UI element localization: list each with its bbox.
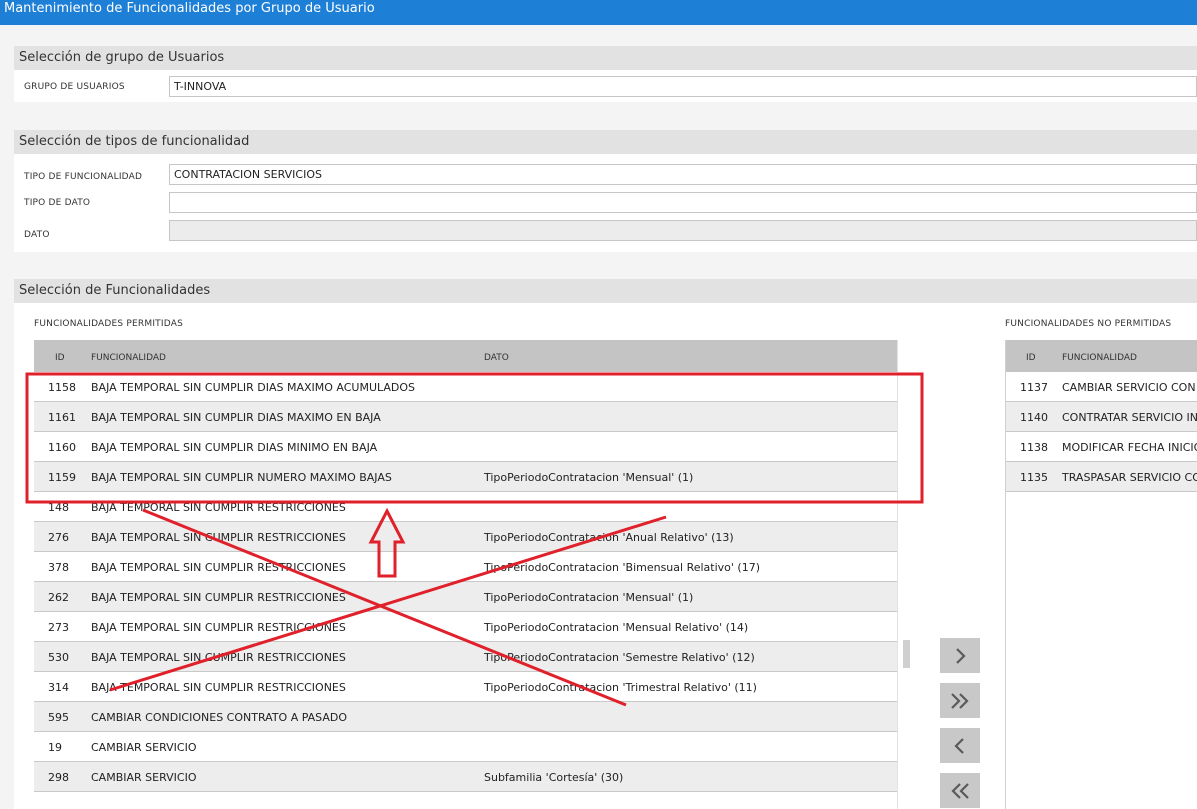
func-type-label: TIPO DE FUNCIONALIDAD [24,172,143,182]
row-data: TipoPeriodoContratacion 'Mensual Relativ… [484,621,749,634]
chevron-left-icon [954,737,964,754]
permitted-grid: ID FUNCIONALIDAD DATO 1158 BAJA TEMPORAL … [34,340,897,809]
table-row[interactable]: 1161 BAJA TEMPORAL SIN CUMPLIR DIAS MAXIM… [34,402,897,432]
row-functionality: BAJA TEMPORAL SIN CUMPLIR NUMERO MAXIMO … [91,471,392,484]
row-data: Subfamilia 'Cortesía' (30) [484,771,624,784]
table-row[interactable]: 1138 MODIFICAR FECHA INICIO [1006,432,1197,462]
row-data: TipoPeriodoContratacion 'Bimensual Relat… [484,561,760,574]
data-type-select[interactable] [169,192,1197,213]
row-id: 530 [48,651,69,664]
row-functionality: BAJA TEMPORAL SIN CUMPLIR DIAS MAXIMO AC… [91,381,416,394]
row-id: 273 [48,621,69,634]
table-row[interactable]: 19 CAMBIAR SERVICIO [34,732,897,762]
table-row[interactable]: 276 BAJA TEMPORAL SIN CUMPLIR RESTRICCION… [34,522,897,552]
group-label: GRUPO DE USUARIOS [24,82,125,92]
data-type-label: TIPO DE DATO [24,198,91,208]
functionality-type-panel: Selección de tipos de funcionalidad TIPO… [14,130,1197,252]
column-header-funcionalidad[interactable]: FUNCIONALIDAD [91,353,166,363]
row-id: 1160 [48,441,76,454]
table-row[interactable]: 1158 BAJA TEMPORAL SIN CUMPLIR DIAS MAXIM… [34,372,897,402]
row-id: 314 [48,681,69,694]
row-id: 298 [48,771,69,784]
row-functionality: CAMBIAR CONDICIONES CONTRATO A PASADO [91,711,348,724]
not-permitted-grid: ID FUNCIONALIDAD 1137 CAMBIAR SERVICIO CO… [1005,340,1197,809]
row-id: 1140 [1020,411,1048,424]
table-row[interactable]: 1160 BAJA TEMPORAL SIN CUMPLIR DIAS MINIM… [34,432,897,462]
row-functionality: MODIFICAR FECHA INICIO [1062,441,1197,454]
row-functionality: BAJA TEMPORAL SIN CUMPLIR DIAS MINIMO EN… [91,441,378,454]
row-functionality: CAMBIAR SERVICIO [91,741,197,754]
row-data: TipoPeriodoContratacion 'Trimestral Rela… [484,681,757,694]
double-chevron-right-icon [951,692,969,709]
add-all-button[interactable] [940,683,980,718]
row-data: TipoPeriodoContratacion 'Semestre Relati… [484,651,755,664]
not-permitted-rows: 1137 CAMBIAR SERVICIO CON 1140 CONTRATAR SE… [1006,372,1197,492]
group-select[interactable]: T-INNOVA [169,76,1197,97]
remove-selected-button[interactable] [940,728,980,763]
table-row[interactable]: 298 CAMBIAR SERVICIO Subfamilia 'Cortesía'… [34,762,897,792]
functions-section-title: Selección de Funcionalidades [14,279,1197,303]
data-label: DATO [24,230,50,240]
row-functionality: TRASPASAR SERVICIO CO [1062,471,1197,484]
data-select [169,220,1197,241]
row-id: 19 [48,741,62,754]
not-permitted-caption: FUNCIONALIDADES NO PERMITIDAS [1005,319,1172,329]
column-header-id[interactable]: ID [1026,353,1036,363]
func-type-select[interactable]: CONTRATACION SERVICIOS [169,164,1197,185]
table-row[interactable]: 595 CAMBIAR CONDICIONES CONTRATO A PASADO [34,702,897,732]
table-row[interactable]: 530 BAJA TEMPORAL SIN CUMPLIR RESTRICCION… [34,642,897,672]
user-group-panel: Selección de grupo de Usuarios GRUPO DE … [14,46,1197,102]
row-id: 1138 [1020,441,1048,454]
permitted-grid-header: ID FUNCIONALIDAD DATO [34,340,897,372]
row-id: 1159 [48,471,76,484]
row-id: 1135 [1020,471,1048,484]
table-row[interactable]: 378 BAJA TEMPORAL SIN CUMPLIR RESTRICCION… [34,552,897,582]
remove-all-button[interactable] [940,773,980,808]
row-functionality: CONTRATAR SERVICIO IN [1062,411,1197,424]
double-chevron-left-icon [951,782,969,799]
add-selected-button[interactable] [940,638,980,673]
chevron-right-icon [956,647,966,664]
permitted-caption: FUNCIONALIDADES PERMITIDAS [34,319,183,329]
row-data: TipoPeriodoContratacion 'Mensual' (1) [484,591,694,604]
permitted-rows: 1158 BAJA TEMPORAL SIN CUMPLIR DIAS MAXIM… [34,372,897,792]
window-title: Mantenimiento de Funcionalidades por Gru… [0,0,1197,25]
user-group-section-title: Selección de grupo de Usuarios [14,46,1197,70]
row-functionality: BAJA TEMPORAL SIN CUMPLIR RESTRICCIONES [91,681,346,694]
row-id: 378 [48,561,69,574]
row-functionality: CAMBIAR SERVICIO [91,771,197,784]
row-id: 276 [48,531,69,544]
row-functionality: CAMBIAR SERVICIO CON [1062,381,1196,394]
table-row[interactable]: 1137 CAMBIAR SERVICIO CON [1006,372,1197,402]
table-row[interactable]: 148 BAJA TEMPORAL SIN CUMPLIR RESTRICCION… [34,492,897,522]
column-header-funcionalidad[interactable]: FUNCIONALIDAD [1062,353,1137,363]
row-functionality: BAJA TEMPORAL SIN CUMPLIR RESTRICCIONES [91,621,346,634]
table-row[interactable]: 1135 TRASPASAR SERVICIO CO [1006,462,1197,492]
row-functionality: BAJA TEMPORAL SIN CUMPLIR RESTRICCIONES [91,651,346,664]
row-functionality: BAJA TEMPORAL SIN CUMPLIR DIAS MAXIMO EN… [91,411,381,424]
column-header-dato[interactable]: DATO [484,353,509,363]
row-id: 595 [48,711,69,724]
table-row[interactable]: 262 BAJA TEMPORAL SIN CUMPLIR RESTRICCION… [34,582,897,612]
row-id: 148 [48,501,69,514]
row-functionality: BAJA TEMPORAL SIN CUMPLIR RESTRICCIONES [91,561,346,574]
row-data: TipoPeriodoContratacion 'Anual Relativo'… [484,531,734,544]
row-functionality: BAJA TEMPORAL SIN CUMPLIR RESTRICCIONES [91,591,346,604]
row-functionality: BAJA TEMPORAL SIN CUMPLIR RESTRICCIONES [91,531,346,544]
type-section-title: Selección de tipos de funcionalidad [14,130,1197,154]
column-header-id[interactable]: ID [55,353,65,363]
permitted-scrollbar[interactable] [897,340,915,809]
table-row[interactable]: 1159 BAJA TEMPORAL SIN CUMPLIR NUMERO MAX… [34,462,897,492]
table-row[interactable]: 314 BAJA TEMPORAL SIN CUMPLIR RESTRICCION… [34,672,897,702]
not-permitted-grid-header: ID FUNCIONALIDAD [1006,340,1197,372]
row-data: TipoPeriodoContratacion 'Mensual' (1) [484,471,694,484]
row-id: 1158 [48,381,76,394]
row-id: 1161 [48,411,76,424]
permitted-scrollbar-thumb[interactable] [903,640,910,668]
table-row[interactable]: 1140 CONTRATAR SERVICIO IN [1006,402,1197,432]
table-row[interactable]: 273 BAJA TEMPORAL SIN CUMPLIR RESTRICCION… [34,612,897,642]
row-id: 1137 [1020,381,1048,394]
row-id: 262 [48,591,69,604]
row-functionality: BAJA TEMPORAL SIN CUMPLIR RESTRICCIONES [91,501,346,514]
